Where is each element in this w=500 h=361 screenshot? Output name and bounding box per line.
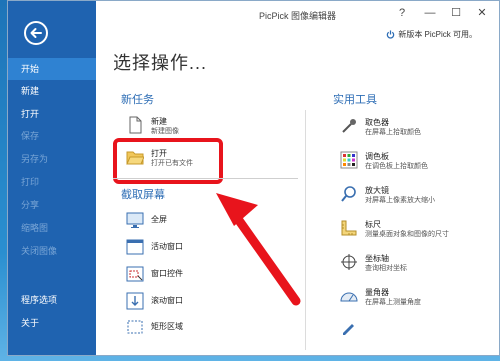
protractor-icon xyxy=(340,287,358,305)
new-label: 新建 xyxy=(151,117,167,126)
color-picker-desc: 在屏幕上拾取颜色 xyxy=(365,129,421,136)
rectangle-label: 矩形区域 xyxy=(151,322,183,331)
palette-label: 调色板 xyxy=(365,152,389,161)
sidebar: 开始 新建 打开 保存 另存为 打印 分享 缩略图 关闭图像 程序选项 关于 xyxy=(8,1,96,355)
sidebar-item-options[interactable]: 程序选项 xyxy=(8,289,96,311)
rectangle-region-icon xyxy=(126,318,144,336)
update-notice-text: 新版本 PicPick 可用。 xyxy=(398,30,477,39)
update-notice[interactable]: 新版本 PicPick 可用。 xyxy=(386,29,477,40)
crosshair-label: 坐标轴 xyxy=(365,254,389,263)
title-bar: PicPick 图像编辑器 ? — ☐ ✕ xyxy=(96,1,499,27)
column-divider xyxy=(305,110,306,350)
section-capture: 截取屏幕 xyxy=(121,189,165,201)
sidebar-item-save[interactable]: 保存 xyxy=(8,125,96,147)
crosshair-desc: 查询相对坐标 xyxy=(365,265,407,272)
section-tools: 实用工具 xyxy=(333,94,377,106)
window-control-icon xyxy=(126,265,144,283)
page-title: 选择操作... xyxy=(113,53,208,73)
ruler-label: 标尺 xyxy=(365,220,381,229)
tool-protractor-entry[interactable]: 量角器 在屏幕上测量角度 xyxy=(340,287,421,308)
sidebar-item-open[interactable]: 打开 xyxy=(8,103,96,125)
capture-scroll-window-entry[interactable]: 滚动窗口 xyxy=(126,292,183,310)
tool-color-picker-entry[interactable]: 取色器 在屏幕上拾取颜色 xyxy=(340,117,421,138)
color-picker-label: 取色器 xyxy=(365,118,389,127)
magnifier-label: 放大镜 xyxy=(365,186,389,195)
sidebar-item-about[interactable]: 关于 xyxy=(8,312,96,334)
tool-magnifier-entry[interactable]: 放大镜 对屏幕上像素放大缩小 xyxy=(340,185,435,206)
ruler-icon xyxy=(340,219,358,237)
help-button[interactable]: ? xyxy=(391,5,413,21)
sidebar-item-print[interactable]: 打印 xyxy=(8,171,96,193)
tool-crosshair-entry[interactable]: 坐标轴 查询相对坐标 xyxy=(340,253,407,274)
capture-window-control-entry[interactable]: 窗口控件 xyxy=(126,265,183,283)
capture-active-window-entry[interactable]: 活动窗口 xyxy=(126,238,183,256)
tool-ruler-entry[interactable]: 标尺 测量桌面对象和图像的尺寸 xyxy=(340,219,449,240)
palette-icon xyxy=(340,151,358,169)
protractor-label: 量角器 xyxy=(365,288,389,297)
magnifier-icon xyxy=(340,185,358,203)
scroll-window-label: 滚动窗口 xyxy=(151,296,183,305)
new-image-entry[interactable]: 新建 新建图像 xyxy=(126,116,179,137)
active-window-label: 活动窗口 xyxy=(151,242,183,251)
crosshair-icon xyxy=(340,253,358,271)
sidebar-item-start[interactable]: 开始 xyxy=(8,58,96,80)
color-picker-icon xyxy=(340,117,358,135)
pen-icon xyxy=(340,318,358,336)
window-control-label: 窗口控件 xyxy=(151,269,183,278)
new-file-icon xyxy=(126,116,144,134)
tool-palette-entry[interactable]: 调色板 在调色板上拾取颜色 xyxy=(340,151,428,172)
sidebar-item-close-image[interactable]: 关闭图像 xyxy=(8,240,96,262)
scroll-window-icon xyxy=(126,292,144,310)
capture-fullscreen-entry[interactable]: 全屏 xyxy=(126,211,167,229)
section-divider xyxy=(113,178,298,179)
new-desc: 新建图像 xyxy=(151,128,179,135)
magnifier-desc: 对屏幕上像素放大缩小 xyxy=(365,197,435,204)
ruler-desc: 测量桌面对象和图像的尺寸 xyxy=(365,231,449,238)
power-icon xyxy=(387,30,395,39)
tool-pen-entry[interactable] xyxy=(340,318,358,336)
fullscreen-icon xyxy=(126,211,144,229)
sidebar-item-share[interactable]: 分享 xyxy=(8,194,96,216)
sidebar-item-new[interactable]: 新建 xyxy=(8,80,96,102)
sidebar-item-thumbnail[interactable]: 缩略图 xyxy=(8,217,96,239)
minimize-button[interactable]: — xyxy=(419,5,441,21)
active-window-icon xyxy=(126,238,144,256)
capture-rectangle-entry[interactable]: 矩形区域 xyxy=(126,318,183,336)
back-button[interactable] xyxy=(24,21,48,45)
palette-desc: 在调色板上拾取颜色 xyxy=(365,163,428,170)
back-arrow-icon xyxy=(30,28,42,38)
protractor-desc: 在屏幕上测量角度 xyxy=(365,299,421,306)
section-new-task: 新任务 xyxy=(121,94,154,106)
sidebar-item-save-as[interactable]: 另存为 xyxy=(8,148,96,170)
close-button[interactable]: ✕ xyxy=(471,5,493,21)
fullscreen-label: 全屏 xyxy=(151,215,167,224)
maximize-button[interactable]: ☐ xyxy=(445,5,467,21)
